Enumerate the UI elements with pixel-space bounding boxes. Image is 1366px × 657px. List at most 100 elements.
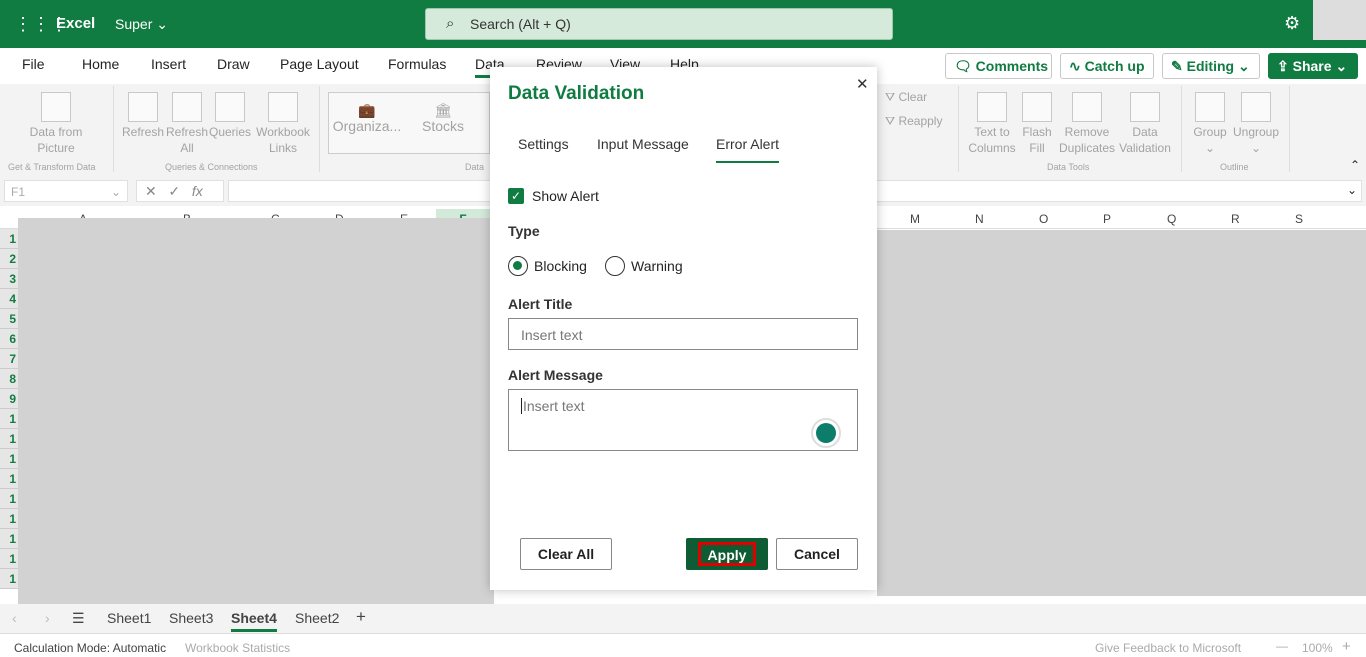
alert-title-input[interactable]: Insert text (508, 318, 858, 350)
tab-draw[interactable]: Draw (217, 56, 250, 72)
sheet-tab[interactable]: Sheet2 (295, 610, 339, 626)
tab-error-alert[interactable]: Error Alert (716, 136, 780, 163)
group-button[interactable]: Group ⌄ (1190, 92, 1230, 156)
row-header[interactable]: 1 (0, 509, 18, 529)
text-to-columns-button[interactable]: Text to Columns (966, 92, 1018, 156)
formula-actions: ✕ ✓ fx (136, 180, 224, 202)
sheet-tab-active[interactable]: Sheet4 (231, 610, 277, 632)
chevron-down-icon: ⌄ (1335, 58, 1348, 74)
cancel-button[interactable]: Cancel (776, 538, 858, 570)
refresh-icon (128, 92, 158, 122)
close-icon[interactable]: ✕ (856, 75, 869, 93)
flash-fill-button[interactable]: Flash Fill (1020, 92, 1054, 156)
column-header[interactable]: R (1231, 212, 1240, 226)
group-label-outline: Outline (1220, 162, 1249, 172)
tab-formulas[interactable]: Formulas (388, 56, 446, 72)
warning-radio[interactable] (605, 256, 625, 276)
comments-label: Comments (975, 58, 1049, 74)
avatar[interactable] (1313, 0, 1366, 40)
all-sheets-menu-icon[interactable]: ☰ (72, 610, 85, 627)
calculation-mode[interactable]: Calculation Mode: Automatic (14, 641, 166, 655)
tab-page-layout[interactable]: Page Layout (280, 56, 359, 72)
refresh-all-button[interactable]: Refresh All (166, 92, 208, 156)
search-box[interactable]: ⌕ Search (Alt + Q) (425, 8, 893, 40)
tab-insert[interactable]: Insert (151, 56, 186, 72)
row-header[interactable]: 3 (0, 269, 18, 289)
settings-gear-icon[interactable]: ⚙ (1284, 13, 1300, 34)
stocks-data-type[interactable]: 🏛 Stocks (418, 102, 468, 134)
add-sheet-icon[interactable]: + (356, 607, 366, 627)
comments-button[interactable]: 🗨 Comments (945, 53, 1052, 79)
clear-filter-button[interactable]: ⛛ Clear (885, 89, 927, 105)
alert-message-label: Alert Message (508, 367, 603, 383)
row-header[interactable]: 1 (0, 489, 18, 509)
show-alert-checkbox[interactable]: ✓ (508, 188, 524, 204)
catch-up-button[interactable]: ∿ Catch up (1060, 53, 1154, 79)
next-sheet-icon[interactable]: › (45, 610, 50, 626)
grammar-assistant-icon[interactable] (811, 418, 841, 448)
collapse-ribbon-icon[interactable]: ⌃ (1350, 158, 1360, 172)
check-icon[interactable]: ✓ (168, 183, 180, 199)
blocking-radio[interactable] (508, 256, 528, 276)
row-header[interactable]: 8 (0, 369, 18, 389)
column-header[interactable]: M (910, 212, 920, 226)
app-launcher-icon[interactable]: ⋮⋮⋮ (14, 14, 68, 34)
ungroup-button[interactable]: Ungroup ⌄ (1230, 92, 1282, 156)
row-header[interactable]: 1 (0, 229, 18, 249)
row-header[interactable]: 9 (0, 389, 18, 409)
column-header[interactable]: O (1039, 212, 1048, 226)
data-validation-dialog: Data Validation ✕ Settings Input Message… (490, 67, 877, 590)
prev-sheet-icon[interactable]: ‹ (12, 610, 17, 626)
sheet-tab[interactable]: Sheet1 (107, 610, 151, 626)
tab-file[interactable]: File (22, 56, 45, 72)
sheet-tab[interactable]: Sheet3 (169, 610, 213, 626)
function-fx-icon[interactable]: fx (192, 183, 203, 199)
feedback-link[interactable]: Give Feedback to Microsoft (1095, 641, 1241, 655)
workbook-statistics[interactable]: Workbook Statistics (185, 641, 290, 655)
row-header[interactable]: 1 (0, 429, 18, 449)
queries-label: Queries (208, 125, 252, 139)
reapply-filter-button[interactable]: ⛛ Reapply (885, 113, 942, 129)
row-header[interactable]: 7 (0, 349, 18, 369)
row-header[interactable]: 1 (0, 549, 18, 569)
zoom-level[interactable]: 100% (1302, 641, 1333, 655)
name-box-value: F1 (11, 185, 26, 199)
zoom-in-icon[interactable]: + (1342, 638, 1351, 655)
divider (1181, 86, 1182, 172)
row-header[interactable]: 5 (0, 309, 18, 329)
tab-settings[interactable]: Settings (518, 136, 569, 152)
alert-message-textarea[interactable]: Insert text (508, 389, 858, 451)
row-header[interactable]: 1 (0, 469, 18, 489)
row-header[interactable]: 1 (0, 409, 18, 429)
data-from-picture-button[interactable]: Data from Picture (22, 92, 90, 156)
row-header[interactable]: 2 (0, 249, 18, 269)
cancel-x-icon[interactable]: ✕ (145, 183, 157, 199)
tab-home[interactable]: Home (82, 56, 119, 72)
row-header[interactable]: 1 (0, 449, 18, 469)
share-button[interactable]: ⇪ Share ⌄ (1268, 53, 1358, 79)
row-header[interactable]: 6 (0, 329, 18, 349)
document-name[interactable]: Super ⌄ (115, 16, 168, 33)
column-header[interactable]: N (975, 212, 984, 226)
clear-all-button[interactable]: Clear All (520, 538, 612, 570)
column-header[interactable]: Q (1167, 212, 1176, 226)
data-validation-button[interactable]: Data Validation (1116, 92, 1174, 156)
expand-formula-icon[interactable]: ⌄ (1347, 183, 1357, 197)
row-header[interactable]: 4 (0, 289, 18, 309)
queries-button[interactable]: Queries (208, 92, 252, 140)
tab-input-message[interactable]: Input Message (597, 136, 689, 152)
editing-mode-button[interactable]: ✎ Editing ⌄ (1162, 53, 1260, 79)
column-header[interactable]: P (1103, 212, 1111, 226)
row-header[interactable]: 1 (0, 529, 18, 549)
app-name[interactable]: Excel (56, 15, 95, 32)
name-box[interactable]: F1 ⌄ (4, 180, 128, 202)
organization-data-type[interactable]: 💼 Organiza... (332, 102, 402, 134)
remove-duplicates-button[interactable]: Remove Duplicates (1058, 92, 1116, 156)
chevron-down-icon: ⌄ (156, 16, 168, 32)
column-header[interactable]: S (1295, 212, 1303, 226)
zoom-out-icon[interactable]: — (1276, 639, 1288, 653)
apply-button[interactable]: Apply (686, 538, 768, 570)
workbook-links-button[interactable]: Workbook Links (254, 92, 312, 156)
row-header[interactable]: 1 (0, 569, 18, 589)
refresh-button[interactable]: Refresh (122, 92, 164, 140)
